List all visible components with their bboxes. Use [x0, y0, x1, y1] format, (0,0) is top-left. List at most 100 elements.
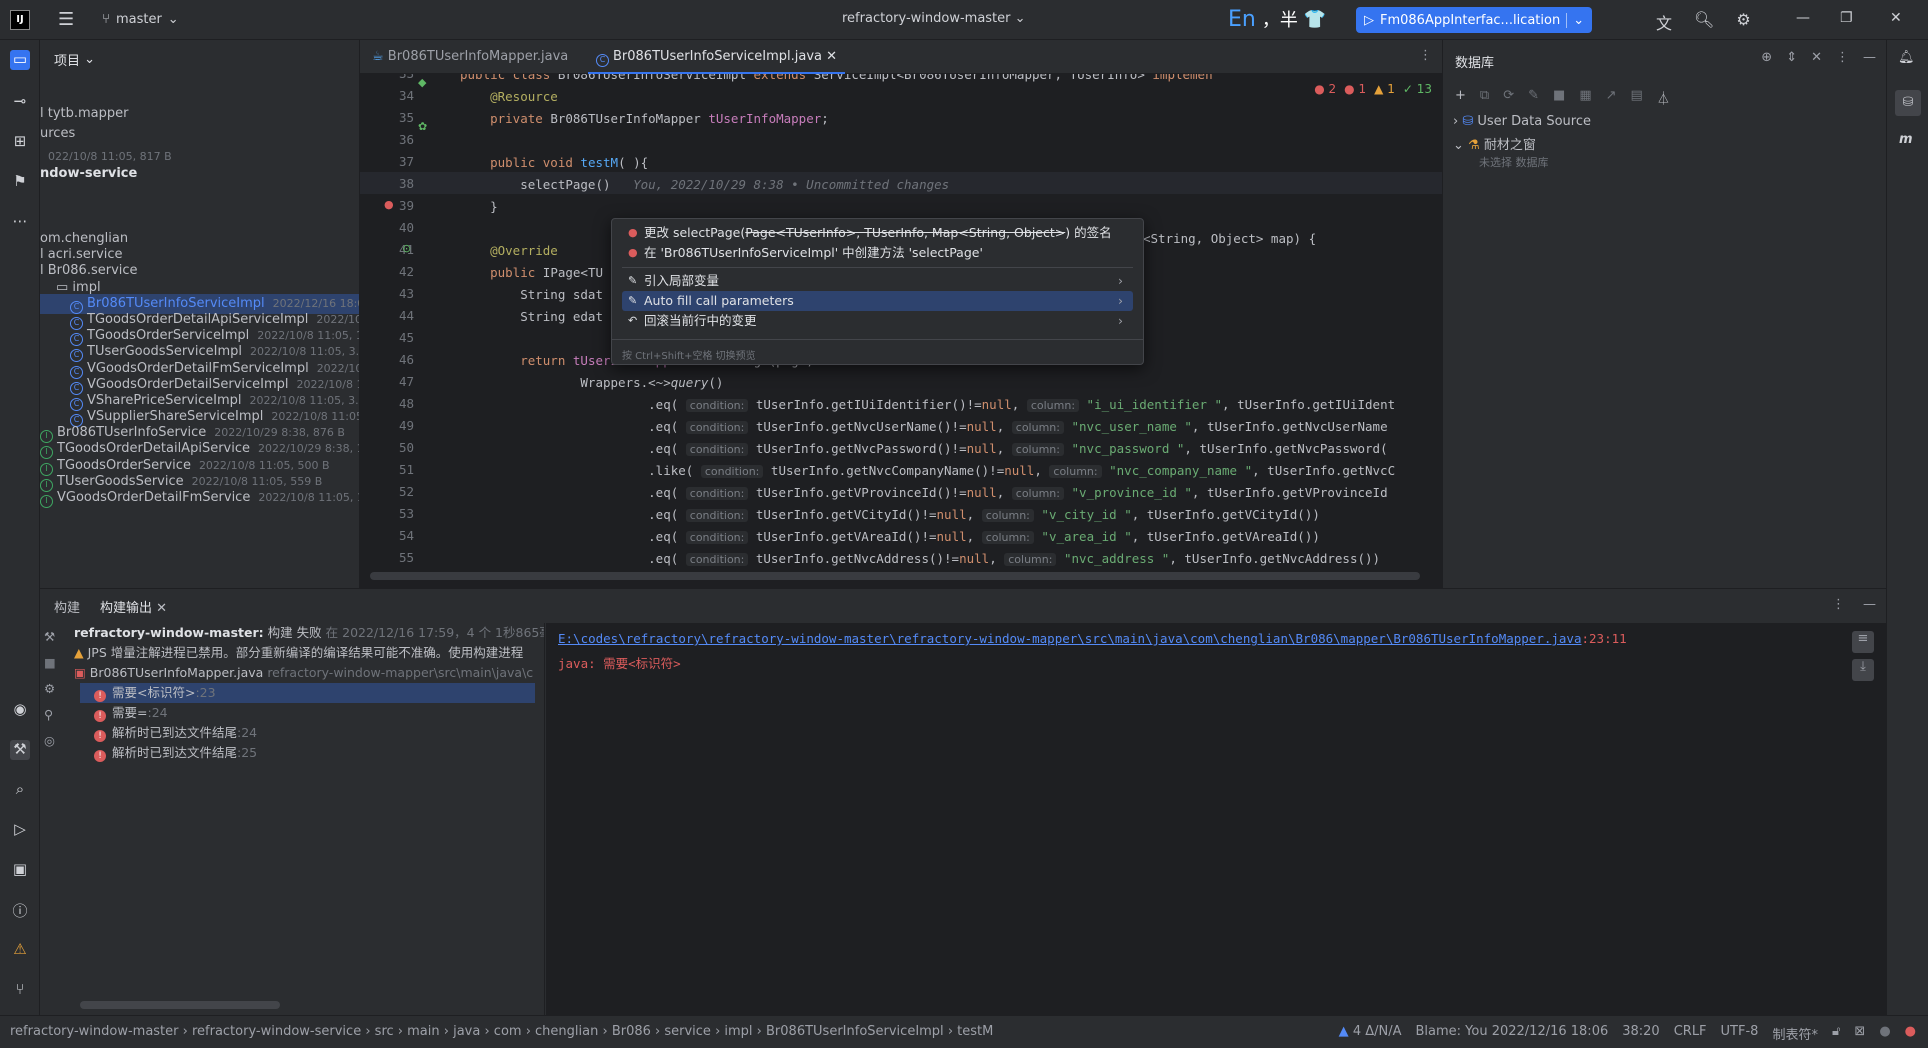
project-tree-item[interactable]: urces [40, 124, 359, 144]
db-source-naicai[interactable]: ⌄ ⚗ 耐材之窗 [1453, 134, 1536, 153]
services-icon[interactable]: ◉ [10, 700, 30, 720]
problems-icon[interactable]: ⓘ [10, 900, 30, 920]
structure-icon[interactable]: ⊞ [10, 132, 30, 152]
maximize-button[interactable]: ❐ [1840, 10, 1853, 26]
commit-icon[interactable]: ⊸ [10, 92, 30, 112]
project-selector[interactable]: refractory-window-master ⌄ [842, 11, 1026, 26]
close-icon[interactable]: ✕ [1811, 50, 1822, 65]
tab-mapper[interactable]: ☕ Br086TUserInfoMapper.java [364, 40, 576, 74]
build-error-item[interactable]: ! 需要<标识符>:23 [80, 683, 535, 703]
breadcrumb-item[interactable]: service [664, 1024, 711, 1039]
change-signature-action[interactable]: ● 更改 selectPage(Page<TUserInfo>, TUserInf… [622, 223, 1133, 243]
scroll-end-icon[interactable]: ⤓ [1852, 659, 1874, 681]
find-icon[interactable]: ⌕ [10, 780, 30, 800]
eye-icon[interactable]: ◎ [44, 731, 55, 751]
tab-build[interactable]: 构建 [54, 597, 80, 616]
horizontal-scrollbar[interactable] [370, 572, 1420, 580]
run-icon[interactable]: ▷ [10, 820, 30, 840]
stop-icon[interactable]: ■ [44, 653, 56, 673]
ide-error-icon[interactable]: ● [1905, 1024, 1916, 1043]
filter-icon[interactable]: ⏃ [1657, 88, 1670, 107]
caret-position[interactable]: 38:20 [1622, 1024, 1659, 1043]
breadcrumb-item[interactable]: Br086 [612, 1024, 651, 1039]
breadcrumb-item[interactable]: src [375, 1024, 394, 1039]
more-icon[interactable]: ⋮ [1419, 48, 1432, 63]
override-icon[interactable]: ⊙ [402, 242, 411, 255]
power-icon[interactable]: ● [1879, 1024, 1890, 1043]
main-menu-icon[interactable]: ☰ [58, 9, 74, 30]
run-gutter-icon[interactable]: ◆ [418, 76, 426, 89]
search-icon[interactable]: 🔍︎ [1694, 10, 1714, 34]
jump-icon[interactable]: ↗ [1606, 88, 1617, 107]
mybatis-icon[interactable]: m [1899, 132, 1913, 147]
lock-icon[interactable]: 🔓︎ [1832, 1024, 1840, 1043]
folder-icon[interactable]: ▭ [10, 50, 30, 70]
auto-fill-params-action[interactable]: ✎ Auto fill call parameters › [622, 291, 1133, 311]
inspector-icon[interactable]: ⊠ [1854, 1024, 1865, 1043]
introduce-variable-action[interactable]: ✎ 引入局部变量 › [622, 271, 1133, 291]
copy-icon[interactable]: ⧉ [1480, 88, 1489, 107]
hammer-icon[interactable]: ⚒ [44, 627, 55, 647]
add-icon[interactable]: + [1455, 88, 1466, 107]
translate-icon[interactable]: 文 [1656, 10, 1672, 34]
project-tree-item[interactable]: ndow-service [40, 164, 359, 184]
build-icon[interactable]: ⚒ [10, 740, 30, 760]
horizontal-scrollbar[interactable] [80, 1001, 280, 1009]
minimize-button[interactable]: — [1796, 10, 1810, 26]
tab-build-output[interactable]: 构建输出 ✕ [100, 597, 167, 616]
indent-setting[interactable]: 制表符* [1772, 1024, 1818, 1043]
close-button[interactable]: ✕ [1890, 10, 1902, 26]
close-icon[interactable]: ✕ [826, 49, 837, 64]
blame-info[interactable]: Blame: You 2022/12/16 18:06 [1416, 1024, 1609, 1043]
breadcrumb-item[interactable]: Br086TUserInfoServiceImpl [766, 1024, 944, 1039]
breadcrumb-item[interactable]: chenglian [535, 1024, 598, 1039]
create-method-action[interactable]: ● 在 'Br086TUserInfoServiceImpl' 中创建方法 'se… [622, 243, 1133, 263]
refresh-icon[interactable]: ⟳ [1503, 88, 1514, 107]
project-panel-header[interactable]: 项目 ⌄ [40, 40, 359, 78]
run-config-button[interactable]: ▷ Fm086AppInterfac...lication ⌄ [1356, 7, 1593, 33]
soft-wrap-icon[interactable]: ≡ [1852, 631, 1874, 653]
vcs-status[interactable]: ▲ 4 Δ/N/A [1339, 1024, 1402, 1043]
gear-icon[interactable]: ⚙ [1736, 10, 1750, 34]
project-tree-item[interactable]: I VGoodsOrderDetailFmService 2022/10/8 11:… [40, 488, 359, 508]
tab-service-impl[interactable]: C Br086TUserInfoServiceImpl.java ✕ [588, 40, 846, 74]
breadcrumb-item[interactable]: impl [724, 1024, 752, 1039]
bean-icon[interactable]: ✿ [418, 120, 427, 133]
console-icon[interactable]: ▤ [1631, 88, 1643, 107]
build-file[interactable]: ▣ Br086TUserInfoMapper.java refractory-w… [74, 663, 533, 683]
file-encoding[interactable]: UTF-8 [1721, 1024, 1759, 1043]
db-source-user[interactable]: › ⛁ User Data Source [1453, 114, 1591, 129]
table-icon[interactable]: ▦ [1579, 88, 1591, 107]
more-icon[interactable]: ⋯ [10, 212, 30, 232]
breadcrumb-item[interactable]: main [407, 1024, 439, 1039]
more-icon[interactable]: ⋮ [1836, 50, 1849, 65]
chevron-down-icon[interactable]: ⌄ [1566, 12, 1584, 28]
rollback-action[interactable]: ↶ 回滚当前行中的变更 › [622, 311, 1133, 331]
branch-selector[interactable]: ⑂ master ⌄ [102, 12, 179, 27]
hide-icon[interactable]: — [1863, 50, 1876, 65]
jps-warning[interactable]: ▲ JPS 增量注解进程已禁用。部分重新编译的编译结果可能不准确。使用构建进程 [74, 643, 523, 663]
build-error-item[interactable]: ! 解析时已到达文件结尾:24 [80, 723, 257, 743]
breadcrumb-item[interactable]: java [453, 1024, 480, 1039]
breadcrumb-item[interactable]: com [494, 1024, 522, 1039]
bookmark-icon[interactable]: ⚑ [10, 172, 30, 192]
breadcrumb-item[interactable]: refractory-window-master [10, 1024, 179, 1039]
expand-icon[interactable]: ⇕ [1786, 50, 1797, 65]
build-error-item[interactable]: ! 解析时已到达文件结尾:25 [80, 743, 257, 763]
build-error-item[interactable]: ! 需要=:24 [80, 703, 168, 723]
breadcrumb-item[interactable]: testM [957, 1024, 993, 1039]
database-icon[interactable]: ⛁ [1895, 90, 1921, 116]
line-separator[interactable]: CRLF [1674, 1024, 1707, 1043]
notification-icon[interactable]: 🔔︎ [1898, 50, 1915, 65]
git-icon[interactable]: ⑂ [10, 980, 30, 1000]
stop-icon[interactable]: ■ [1553, 88, 1565, 107]
more-icon[interactable]: ⋮ [1832, 597, 1845, 612]
close-icon[interactable]: ✕ [156, 601, 167, 616]
hide-icon[interactable]: — [1863, 597, 1876, 612]
error-location[interactable]: E:\codes\refractory\refractory-window-ma… [558, 631, 1627, 646]
error-bulb-icon[interactable]: ● [384, 198, 394, 211]
build-output-console[interactable]: E:\codes\refractory\refractory-window-ma… [546, 623, 1886, 1016]
build-root[interactable]: refractory-window-master: 构建 失败 在 2022/1… [74, 623, 544, 643]
breadcrumb-item[interactable]: refractory-window-service [192, 1024, 361, 1039]
warning-icon[interactable]: ⚠ [10, 940, 30, 960]
